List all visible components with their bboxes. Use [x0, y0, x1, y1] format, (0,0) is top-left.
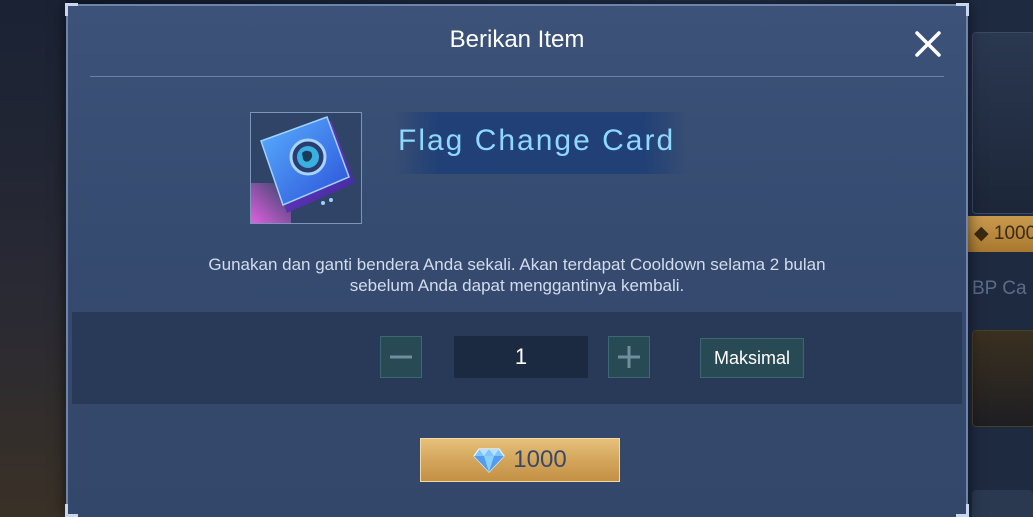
background-left-strip: [0, 0, 66, 517]
dialog-corner-ornament: [956, 3, 969, 16]
purchase-button[interactable]: 1000: [420, 438, 620, 482]
dialog-corner-ornament: [956, 504, 969, 517]
item-description-line: sebelum Anda dapat menggantinya kembali.: [349, 276, 685, 295]
minus-icon: [390, 355, 412, 359]
diamond-icon: [473, 448, 506, 473]
increase-quantity-button[interactable]: [608, 336, 650, 378]
title-divider: [90, 76, 944, 77]
decrease-quantity-button[interactable]: [380, 336, 422, 378]
background-shop-card: [972, 32, 1033, 214]
background-shop-label: BP Ca: [972, 278, 1027, 299]
dialog-title: Berikan Item: [449, 26, 585, 53]
background-shop-card: [972, 330, 1033, 427]
dialog-corner-ornament: [65, 3, 78, 16]
flag-change-card-icon: [251, 116, 355, 223]
gift-item-dialog: Berikan Item Flag Change Card Gunakan da…: [65, 3, 969, 517]
dialog-corner-ornament: [65, 504, 78, 517]
plus-icon: [618, 346, 640, 368]
purchase-price: 1000: [513, 446, 567, 473]
close-icon: [915, 31, 941, 57]
item-icon-frame: [250, 112, 362, 224]
item-description: Gunakan dan ganti bendera Anda sekali. A…: [128, 254, 906, 296]
item-description-line: Gunakan dan ganti bendera Anda sekali. A…: [208, 255, 826, 274]
purchase-button-content: 1000: [421, 439, 619, 481]
close-button[interactable]: [908, 24, 948, 64]
background-shop-price: ◆ 1000: [968, 216, 1033, 252]
item-name: Flag Change Card: [398, 124, 676, 157]
quantity-input[interactable]: [454, 336, 588, 378]
max-quantity-button[interactable]: Maksimal: [700, 338, 804, 378]
background-shop-card: [972, 490, 1033, 517]
